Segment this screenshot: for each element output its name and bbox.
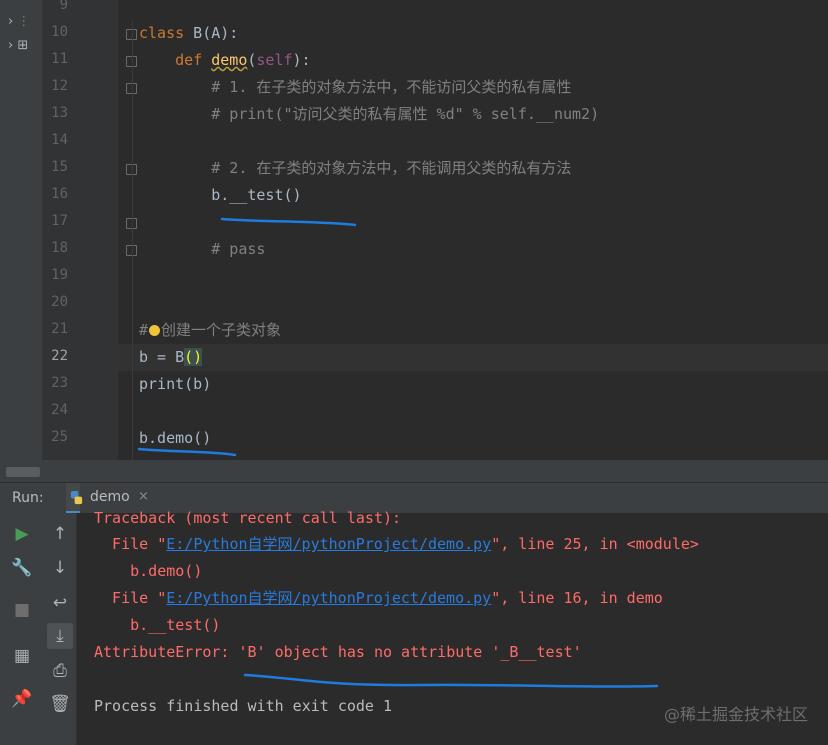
function-name: demo <box>211 51 248 69</box>
line-number: 11 <box>51 51 68 67</box>
code-text: B(A): <box>184 24 239 42</box>
scrollbar-thumb[interactable] <box>6 467 40 477</box>
line-number: 15 <box>51 159 68 175</box>
play-icon[interactable]: ▶ <box>9 521 35 547</box>
code-line-25: b.demo() <box>139 429 212 447</box>
line-number: 25 <box>51 429 68 445</box>
arrow-down-icon[interactable]: ↓ <box>47 555 73 581</box>
traceback-suffix: ", line 25, in <module> <box>491 535 699 553</box>
traceback-code-line: b.demo() <box>94 562 203 580</box>
run-toolbar-left: ▶ 🔧 ■ ▦ 📌 <box>0 513 44 745</box>
line-number: 23 <box>51 375 68 391</box>
matched-paren: () <box>184 348 203 366</box>
code-text: b = B <box>139 348 185 366</box>
print-icon[interactable]: ⎙ <box>47 658 73 684</box>
self-param: self <box>256 51 293 69</box>
line-number-gutter: 9 10 11 12 13 14 15 16 17 18 19 20 21 22… <box>42 0 137 460</box>
code-editor[interactable]: › ⋮ › ⊞ 9 10 11 12 13 14 15 16 17 18 19 … <box>0 0 828 460</box>
line-number: 9 <box>59 0 68 13</box>
traceback-prefix: File " <box>94 535 167 553</box>
file-link[interactable]: E:/Python自学网/pythonProject/demo.py <box>166 535 491 553</box>
line-number-current: 22 <box>51 348 68 364</box>
traceback-prefix: File " <box>94 589 167 607</box>
run-tab-demo[interactable]: demo × <box>66 483 149 514</box>
python-icon <box>70 490 83 505</box>
traceback-code-line: b.__test() <box>94 616 221 634</box>
horizontal-scrollbar[interactable] <box>0 460 828 482</box>
line-number: 24 <box>51 402 68 418</box>
traceback-file-line: File "E:/Python自学网/pythonProject/demo.py… <box>94 531 699 558</box>
code-line-10: class B(A): <box>139 20 238 47</box>
traceback-header: Traceback (most recent call last): <box>94 509 402 527</box>
run-label: Run: <box>12 490 44 506</box>
comment-text: 创建一个子类对象 <box>161 321 282 339</box>
scroll-to-end-icon[interactable]: ⤓ <box>47 623 73 649</box>
file-icon: ⋮ <box>17 14 31 29</box>
arrow-up-icon[interactable]: ↑ <box>47 521 73 547</box>
close-icon[interactable]: × <box>138 489 149 504</box>
file-link[interactable]: E:/Python自学网/pythonProject/demo.py <box>166 589 491 607</box>
project-tree-row[interactable]: › ⋮ <box>8 14 30 29</box>
code-line-23: print(b) <box>139 375 212 393</box>
code-line-22: b = B() <box>139 344 203 371</box>
line-number: 12 <box>51 78 68 94</box>
code-line-15: # 2. 在子类的对象方法中，不能调用父类的私有方法 <box>139 159 572 177</box>
comment-hash: # <box>139 321 149 339</box>
line-number: 14 <box>51 132 68 148</box>
chevron-right-icon[interactable]: › <box>8 38 13 53</box>
keyword: def <box>175 51 203 69</box>
exit-message: Process finished with exit code 1 <box>94 697 393 715</box>
code-line-18: # pass <box>139 240 266 258</box>
indent-guide <box>132 20 133 460</box>
code-line-11: def demo(self): <box>139 47 311 74</box>
keyword: class <box>139 24 185 42</box>
current-line-highlight <box>118 344 828 371</box>
line-number: 17 <box>51 213 68 229</box>
code-line-21: # 创建一个子类对象 <box>139 317 281 344</box>
trash-icon[interactable]: 🗑 <box>47 691 73 717</box>
line-number: 10 <box>51 24 68 40</box>
pin-icon[interactable]: 📌 <box>9 686 35 712</box>
traceback-file-line: File "E:/Python自学网/pythonProject/demo.py… <box>94 585 663 612</box>
line-number: 20 <box>51 294 68 310</box>
wrench-icon[interactable]: 🔧 <box>9 555 35 581</box>
code-line-12: # 1. 在子类的对象方法中，不能访问父类的私有属性 <box>139 78 572 96</box>
soft-wrap-icon[interactable]: ↩ <box>47 590 73 616</box>
stop-icon[interactable]: ■ <box>9 597 35 623</box>
run-tab-label: demo <box>90 489 130 505</box>
line-number: 21 <box>51 321 68 337</box>
code-line-13: # print("访问父类的私有属性 %d" % self.__num2) <box>139 105 600 123</box>
code-line-16: b.__test() <box>139 186 302 204</box>
watermark: @稀土掘金技术社区 <box>663 705 808 724</box>
project-tree-strip: › ⋮ › ⊞ <box>0 0 43 460</box>
project-tree-row[interactable]: › ⊞ <box>8 38 28 53</box>
chevron-right-icon[interactable]: › <box>8 14 13 29</box>
library-icon: ⊞ <box>17 38 29 53</box>
line-number: 19 <box>51 267 68 283</box>
line-number: 13 <box>51 105 68 121</box>
run-toolbar-right: ↑ ↓ ↩ ⤓ ⎙ 🗑 <box>44 513 77 745</box>
line-number: 18 <box>51 240 68 256</box>
code-area[interactable]: class B(A): def demo(self): # 1. 在子类的对象方… <box>118 0 828 460</box>
lightbulb-icon[interactable] <box>149 325 161 336</box>
traceback-suffix: ", line 16, in demo <box>491 589 663 607</box>
paren: ): <box>292 51 311 69</box>
error-message: AttributeError: 'B' object has no attrib… <box>94 643 582 661</box>
line-number: 16 <box>51 186 68 202</box>
layout-icon[interactable]: ▦ <box>9 643 35 669</box>
